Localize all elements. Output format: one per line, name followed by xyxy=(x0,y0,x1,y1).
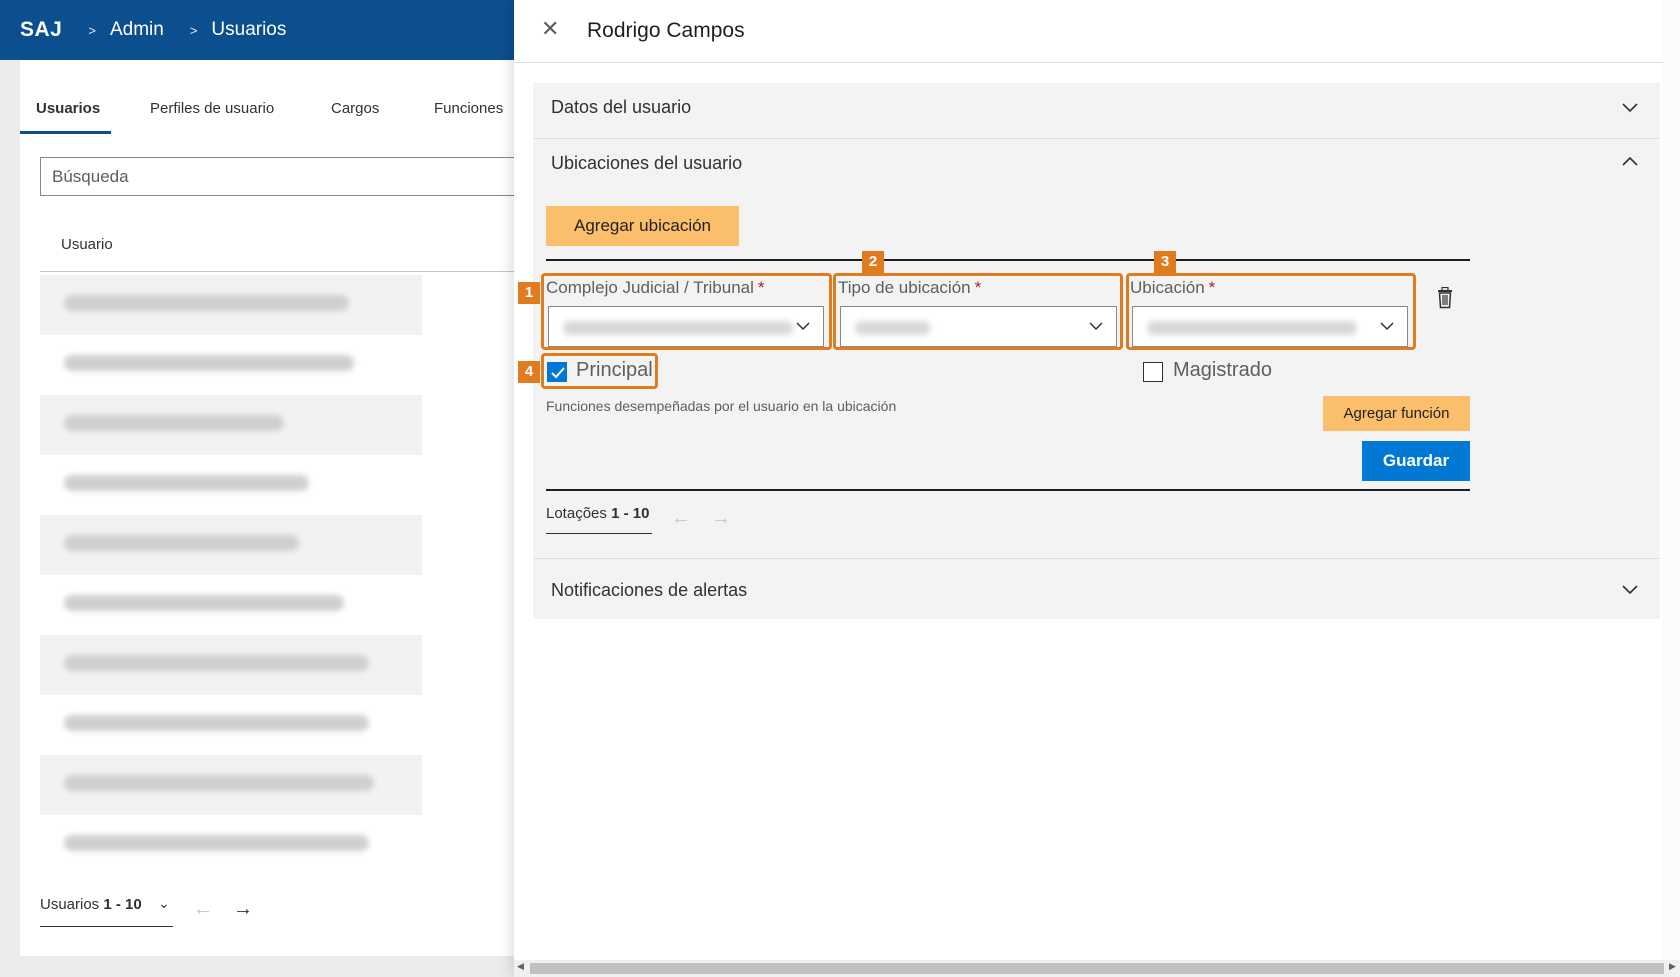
top-navigation-bar: SAJ > Admin > Usuarios xyxy=(0,0,514,60)
app-logo[interactable]: SAJ xyxy=(20,18,62,42)
arrow-left-icon[interactable]: ← xyxy=(193,898,213,921)
arrow-left-icon[interactable]: ← xyxy=(671,507,691,530)
table-row[interactable] xyxy=(40,635,422,695)
section-divider xyxy=(533,558,1660,559)
table-row[interactable] xyxy=(40,455,422,515)
tab-cargos[interactable]: Cargos xyxy=(331,100,379,117)
blurred-user-name xyxy=(64,295,349,311)
table-row[interactable] xyxy=(40,695,422,755)
highlight-box-3 xyxy=(1126,273,1416,350)
trash-icon[interactable] xyxy=(1436,287,1454,309)
functions-note: Funciones desempeñadas por el usuario en… xyxy=(546,398,897,414)
magistrado-label[interactable]: Magistrado xyxy=(1173,359,1272,382)
arrow-right-icon[interactable]: → xyxy=(233,898,253,921)
blurred-user-name xyxy=(64,655,369,671)
table-row[interactable] xyxy=(40,575,422,635)
table-row[interactable] xyxy=(40,515,422,575)
annotation-badge-1: 1 xyxy=(518,282,540,304)
pager-label: Usuarios xyxy=(40,896,100,913)
highlight-box-1 xyxy=(541,273,832,350)
lot-pager-range: 1 - 10 xyxy=(611,505,650,522)
blurred-user-name xyxy=(64,835,369,851)
chevron-down-icon[interactable] xyxy=(1621,582,1639,596)
section-divider xyxy=(533,138,1660,139)
table-row[interactable] xyxy=(40,815,422,875)
blurred-user-name xyxy=(64,775,374,791)
highlight-box-4 xyxy=(541,353,658,389)
add-location-button[interactable]: Agregar ubicación xyxy=(546,206,739,246)
scroll-right-icon[interactable]: ▶ xyxy=(1669,961,1676,972)
breadcrumb-separator-icon: > xyxy=(88,22,96,38)
blurred-user-name xyxy=(64,535,299,551)
section-ubicaciones-del-usuario[interactable]: Ubicaciones del usuario xyxy=(551,153,742,174)
breadcrumb-admin[interactable]: Admin xyxy=(110,19,164,41)
table-row[interactable] xyxy=(40,755,422,815)
lot-pager-underline xyxy=(546,533,652,534)
tab-perfiles-de-usuario[interactable]: Perfiles de usuario xyxy=(150,100,274,117)
blurred-user-name xyxy=(64,355,354,371)
annotation-badge-2: 2 xyxy=(862,251,884,273)
blurred-user-name xyxy=(64,475,309,491)
blurred-user-name xyxy=(64,595,344,611)
annotation-badge-3: 3 xyxy=(1154,251,1176,273)
table-row[interactable] xyxy=(40,395,422,455)
breadcrumb-separator-icon: > xyxy=(189,22,198,38)
chevron-up-icon[interactable] xyxy=(1621,155,1639,169)
pager-range: 1 - 10 xyxy=(103,896,142,913)
location-form-top-border xyxy=(546,259,1470,261)
panel-header-divider xyxy=(514,62,1680,63)
tab-funciones[interactable]: Funciones xyxy=(434,100,503,117)
panel-title: Rodrigo Campos xyxy=(587,19,745,42)
add-function-button[interactable]: Agregar función xyxy=(1323,396,1470,431)
table-row[interactable] xyxy=(40,275,422,335)
vertical-scrollbar[interactable] xyxy=(1663,0,1680,960)
users-pager[interactable]: Usuarios 1 - 10 xyxy=(40,896,142,913)
search-input[interactable]: Búsqueda xyxy=(40,157,514,196)
scrollbar-thumb[interactable] xyxy=(530,963,1664,974)
tab-usuarios[interactable]: Usuarios xyxy=(36,100,100,117)
chevron-down-icon[interactable] xyxy=(1621,100,1639,114)
close-icon[interactable]: ✕ xyxy=(541,16,559,42)
scroll-left-icon[interactable]: ◀ xyxy=(517,961,524,972)
arrow-right-icon[interactable]: → xyxy=(711,507,731,530)
pager-underline xyxy=(40,926,173,927)
chevron-down-icon[interactable]: ⌄ xyxy=(158,895,170,912)
location-form-bottom-border xyxy=(546,489,1470,491)
section-datos-del-usuario[interactable]: Datos del usuario xyxy=(551,97,691,118)
table-row[interactable] xyxy=(40,335,422,395)
section-notificaciones-de-alertas[interactable]: Notificaciones de alertas xyxy=(551,580,747,601)
annotation-badge-4: 4 xyxy=(518,361,540,383)
magistrado-checkbox[interactable] xyxy=(1143,362,1163,382)
highlight-box-2 xyxy=(833,273,1123,350)
blurred-user-name xyxy=(64,715,369,731)
save-button[interactable]: Guardar xyxy=(1362,441,1470,481)
breadcrumb-usuarios[interactable]: Usuarios xyxy=(211,19,286,41)
lot-pager-label: Lotações xyxy=(546,505,607,522)
header-divider xyxy=(40,271,514,272)
active-tab-indicator xyxy=(20,131,111,134)
locations-pager[interactable]: Lotações 1 - 10 xyxy=(546,505,649,522)
blurred-user-name xyxy=(64,415,284,431)
column-header-usuario[interactable]: Usuario xyxy=(61,236,113,253)
